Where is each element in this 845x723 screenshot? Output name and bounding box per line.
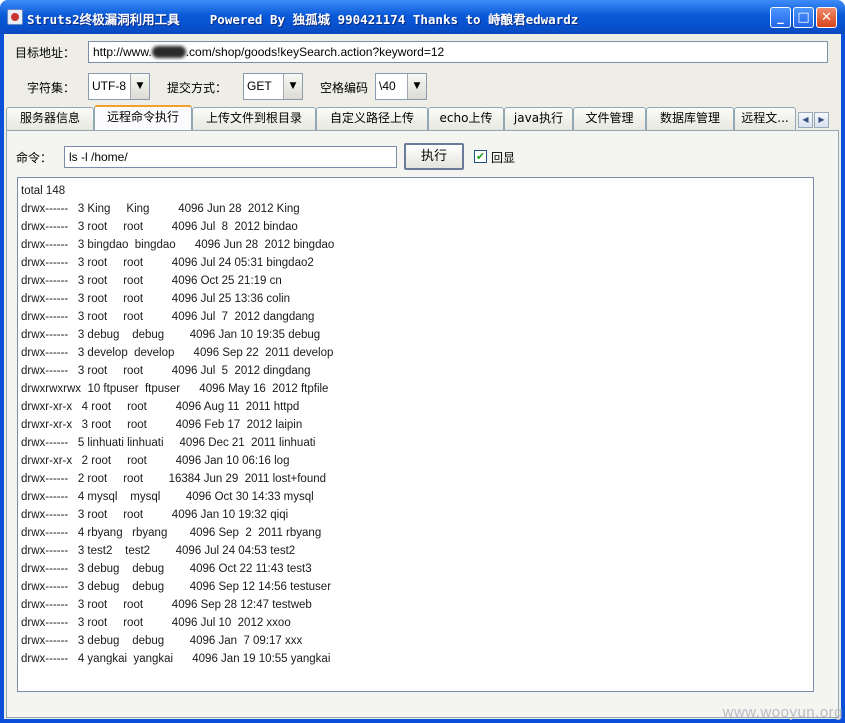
java-app-icon bbox=[7, 9, 23, 25]
tab-remote-command[interactable]: 远程命令执行 bbox=[94, 105, 192, 130]
tab-remote-file[interactable]: 远程文... bbox=[734, 107, 796, 130]
chevron-down-icon[interactable]: ▼ bbox=[407, 74, 426, 99]
output-line: drwx------ 4 yangkai yangkai 4096 Jan 19… bbox=[21, 653, 331, 665]
output-line: drwx------ 3 root root 4096 Jul 25 13:36… bbox=[21, 293, 291, 305]
tab-file-manager[interactable]: 文件管理 bbox=[573, 107, 646, 130]
tab-echo-upload[interactable]: echo上传 bbox=[428, 107, 504, 130]
watermark: www.wooyun.org bbox=[722, 704, 843, 721]
method-select[interactable]: GET ▼ bbox=[243, 73, 303, 100]
app-window: Struts2终极漏洞利用工具 Powered By 独孤城 990421174… bbox=[0, 0, 845, 723]
output-line: drwx------ 3 debug debug 4096 Oct 22 11:… bbox=[21, 563, 312, 575]
target-url-label: 目标地址： bbox=[15, 46, 76, 60]
output-line: drwxr-xr-x 3 root root 4096 Feb 17 2012 … bbox=[21, 419, 303, 431]
tab-database-manager[interactable]: 数据库管理 bbox=[646, 107, 734, 130]
window-title: Struts2终极漏洞利用工具 Powered By 独孤城 990421174… bbox=[27, 12, 579, 27]
output-line: drwx------ 5 linhuati linhuati 4096 Dec … bbox=[21, 437, 316, 449]
output-line: drwxrwxrwx 10 ftpuser ftpuser 4096 May 1… bbox=[21, 383, 329, 395]
title-bar[interactable]: Struts2终极漏洞利用工具 Powered By 独孤城 990421174… bbox=[0, 0, 845, 34]
output-line: drwx------ 3 test2 test2 4096 Jul 24 04:… bbox=[21, 545, 296, 557]
output-line: drwx------ 3 King King 4096 Jun 28 2012 … bbox=[21, 203, 300, 215]
output-line: drwx------ 3 debug debug 4096 Jan 7 09:1… bbox=[21, 635, 303, 647]
output-line: drwx------ 4 mysql mysql 4096 Oct 30 14:… bbox=[21, 491, 314, 503]
echo-label: 回显 bbox=[491, 151, 516, 165]
close-button[interactable]: ✕ bbox=[816, 7, 837, 28]
output-line: drwxr-xr-x 4 root root 4096 Aug 11 2011 … bbox=[21, 401, 300, 413]
command-input[interactable]: ls -l /home/ bbox=[64, 146, 397, 168]
space-encoding-select[interactable]: \40 ▼ bbox=[375, 73, 427, 100]
charset-label: 字符集： bbox=[27, 81, 76, 95]
output-line: drwx------ 3 root root 4096 Jul 8 2012 b… bbox=[21, 221, 298, 233]
redacted-domain bbox=[151, 46, 186, 58]
client-area: 目标地址： http://www. .com/shop/goods!keySear… bbox=[4, 34, 841, 719]
command-output-area[interactable]: total 148 drwx------ 3 King King 4096 Jun… bbox=[17, 177, 814, 692]
target-url-input[interactable]: http://www. .com/shop/goods!keySearch.act… bbox=[88, 41, 828, 63]
charset-select[interactable]: UTF-8 ▼ bbox=[88, 73, 150, 100]
minimize-button[interactable]: _ bbox=[770, 7, 791, 28]
output-line: drwx------ 2 root root 16384 Jun 29 2011… bbox=[21, 473, 327, 485]
charset-value: UTF-8 bbox=[92, 79, 126, 93]
space-encoding-value: \40 bbox=[379, 79, 396, 93]
output-line: drwx------ 3 develop develop 4096 Sep 22… bbox=[21, 347, 334, 359]
method-label: 提交方式： bbox=[167, 81, 228, 95]
tab-server-info[interactable]: 服务器信息 bbox=[6, 107, 94, 130]
output-line: drwx------ 3 root root 4096 Jan 10 19:32… bbox=[21, 509, 289, 521]
tab-upload-root[interactable]: 上传文件到根目录 bbox=[192, 107, 316, 130]
echo-checkbox[interactable]: ✔ bbox=[474, 150, 487, 163]
output-line: drwx------ 3 root root 4096 Oct 25 21:19… bbox=[21, 275, 282, 287]
command-label: 命令： bbox=[16, 151, 53, 165]
maximize-button[interactable]: □ bbox=[793, 7, 814, 28]
chevron-down-icon[interactable]: ▼ bbox=[283, 74, 302, 99]
output-line: drwx------ 3 root root 4096 Jul 10 2012 … bbox=[21, 617, 291, 629]
output-line: drwx------ 3 debug debug 4096 Jan 10 19:… bbox=[21, 329, 321, 341]
output-line: drwx------ 3 root root 4096 Jul 7 2012 d… bbox=[21, 311, 315, 323]
output-line: drwx------ 3 bingdao bingdao 4096 Jun 28… bbox=[21, 239, 335, 251]
tab-custom-upload[interactable]: 自定义路径上传 bbox=[316, 107, 428, 130]
output-line: drwx------ 3 root root 4096 Sep 28 12:47… bbox=[21, 599, 312, 611]
chevron-down-icon[interactable]: ▼ bbox=[130, 74, 149, 99]
output-line: drwx------ 4 rbyang rbyang 4096 Sep 2 20… bbox=[21, 527, 322, 539]
output-line: drwx------ 3 root root 4096 Jul 5 2012 d… bbox=[21, 365, 311, 377]
execute-button[interactable]: 执行 bbox=[404, 143, 464, 170]
output-line: drwx------ 3 debug debug 4096 Sep 12 14:… bbox=[21, 581, 332, 593]
tab-scroll-right-icon[interactable]: ▶ bbox=[814, 112, 829, 128]
url-prefix: http://www. bbox=[93, 45, 152, 59]
tab-scroll-left-icon[interactable]: ◀ bbox=[798, 112, 813, 128]
space-encoding-label: 空格编码 bbox=[320, 81, 369, 95]
url-suffix: .com/shop/goods!keySearch.action?keyword… bbox=[185, 45, 445, 59]
output-line: drwxr-xr-x 2 root root 4096 Jan 10 06:16… bbox=[21, 455, 290, 467]
tab-java-exec[interactable]: java执行 bbox=[504, 107, 573, 130]
output-line: total 148 bbox=[21, 185, 66, 197]
output-line: drwx------ 3 root root 4096 Jul 24 05:31… bbox=[21, 257, 314, 269]
method-value: GET bbox=[247, 79, 272, 93]
